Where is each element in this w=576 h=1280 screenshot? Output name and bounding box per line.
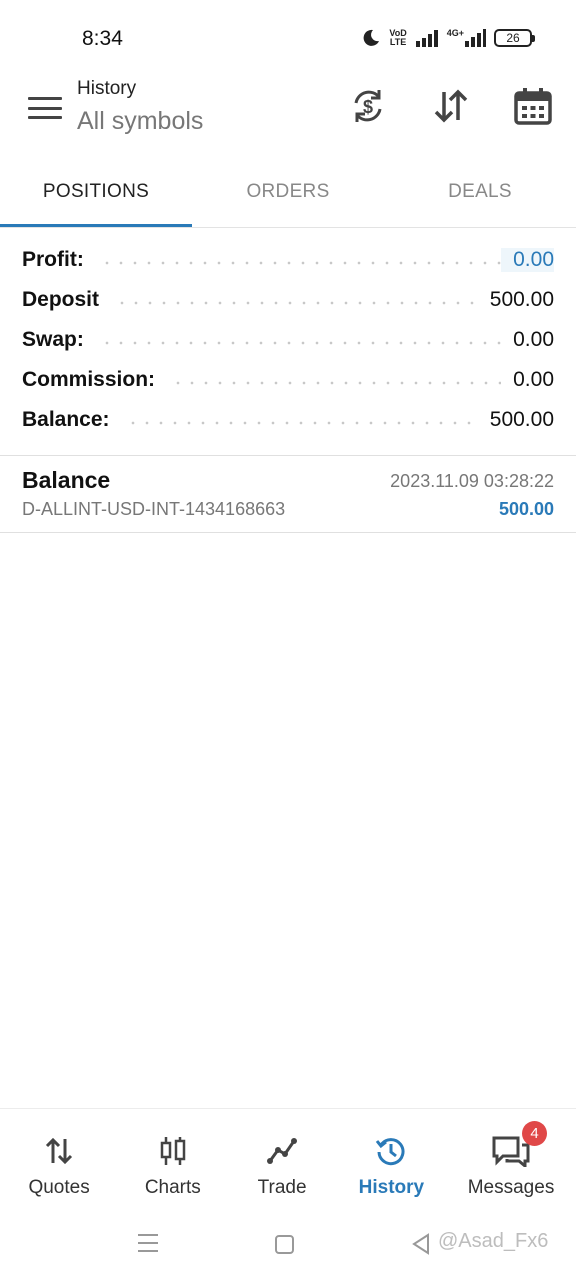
nav-label: Trade	[257, 1177, 307, 1198]
nav-label: Messages	[467, 1177, 555, 1198]
bottom-navigation: Quotes Charts Trade History 4 Messages	[0, 1108, 576, 1208]
toolbar: History All symbols $	[0, 76, 576, 156]
recent-apps-icon[interactable]	[138, 1234, 158, 1252]
status-time: 8:34	[82, 27, 123, 50]
nav-item-charts[interactable]: Charts	[118, 1109, 227, 1209]
nav-item-messages[interactable]: 4 Messages	[446, 1109, 576, 1209]
deal-amount: 500.00	[498, 499, 554, 519]
summary-section: Profit: 0.00 Deposit 500.00 Swap: 0.00 C…	[0, 240, 576, 440]
currency-exchange-icon[interactable]: $	[348, 86, 388, 126]
summary-row-commission: Commission: 0.00	[0, 360, 576, 400]
dotted-leader	[171, 381, 502, 385]
nav-label: Quotes	[28, 1177, 90, 1198]
calendar-icon[interactable]	[513, 86, 553, 126]
menu-icon[interactable]	[28, 94, 62, 122]
home-icon[interactable]	[275, 1235, 294, 1254]
tab-bar: POSITIONS ORDERS DEALS	[0, 156, 576, 228]
nav-item-quotes[interactable]: Quotes	[0, 1109, 118, 1209]
mobile-data-type: 4G+	[446, 28, 464, 38]
summary-value: 0.00	[501, 248, 554, 272]
dotted-leader	[115, 301, 478, 305]
quotes-icon	[43, 1135, 75, 1167]
sort-icon[interactable]	[431, 86, 471, 126]
summary-value: 0.00	[513, 328, 554, 351]
deal-time: 2023.11.09 03:28:22	[390, 471, 554, 491]
status-icons: VoD LTE 4G+ 26	[361, 25, 535, 51]
battery-icon: 26	[494, 29, 535, 47]
signal-2-icon	[464, 29, 486, 47]
deal-account: D-ALLINT-USD-INT-1434168663	[22, 499, 286, 519]
tab-orders[interactable]: ORDERS	[192, 156, 384, 228]
battery-level: 26	[506, 31, 520, 45]
summary-row-deposit: Deposit 500.00	[0, 280, 576, 320]
summary-label: Swap:	[22, 328, 100, 352]
summary-label: Balance:	[22, 408, 126, 432]
dotted-leader	[99, 341, 502, 345]
volte-label: VoD LTE	[389, 29, 406, 47]
signal-icon	[415, 29, 439, 47]
svg-text:$: $	[363, 97, 373, 117]
nav-label: History	[358, 1177, 425, 1198]
nav-item-history[interactable]: History	[337, 1109, 446, 1209]
mobile-data-indicator: 4G+	[447, 29, 486, 47]
summary-value: 0.00	[513, 368, 554, 391]
candlestick-chart-icon	[157, 1135, 189, 1167]
tab-deals[interactable]: DEALS	[384, 156, 576, 228]
summary-label: Deposit	[22, 288, 116, 312]
system-navigation: @Asad_Fx6	[0, 1208, 576, 1280]
back-icon[interactable]	[411, 1233, 431, 1260]
page-title: History	[77, 78, 137, 99]
summary-label: Commission:	[22, 368, 172, 392]
tabs-divider	[0, 227, 576, 228]
deal-type: Balance	[22, 467, 111, 493]
watermark: @Asad_Fx6	[438, 1230, 549, 1252]
divider	[0, 532, 576, 533]
summary-label: Profit:	[22, 248, 100, 272]
trade-line-icon	[266, 1135, 298, 1167]
moon-icon	[361, 28, 381, 48]
unread-badge: 4	[522, 1121, 548, 1146]
nav-label: Charts	[144, 1177, 201, 1198]
summary-value: 500.00	[489, 288, 554, 311]
dotted-leader	[125, 421, 478, 425]
tab-positions[interactable]: POSITIONS	[0, 156, 192, 228]
nav-item-trade[interactable]: Trade	[227, 1109, 336, 1209]
summary-row-swap: Swap: 0.00	[0, 320, 576, 360]
history-icon	[375, 1135, 407, 1167]
symbol-filter[interactable]: All symbols	[77, 107, 203, 136]
summary-value: 500.00	[489, 408, 554, 431]
dotted-leader	[99, 261, 502, 265]
volte-label-bottom: LTE	[389, 37, 407, 47]
summary-row-profit: Profit: 0.00	[0, 240, 576, 280]
status-bar: 8:34 VoD LTE 4G+ 26	[0, 0, 576, 76]
divider	[0, 455, 576, 456]
list-item[interactable]: Balance 2023.11.09 03:28:22 D-ALLINT-USD…	[0, 457, 576, 532]
summary-row-balance: Balance: 500.00	[0, 400, 576, 440]
